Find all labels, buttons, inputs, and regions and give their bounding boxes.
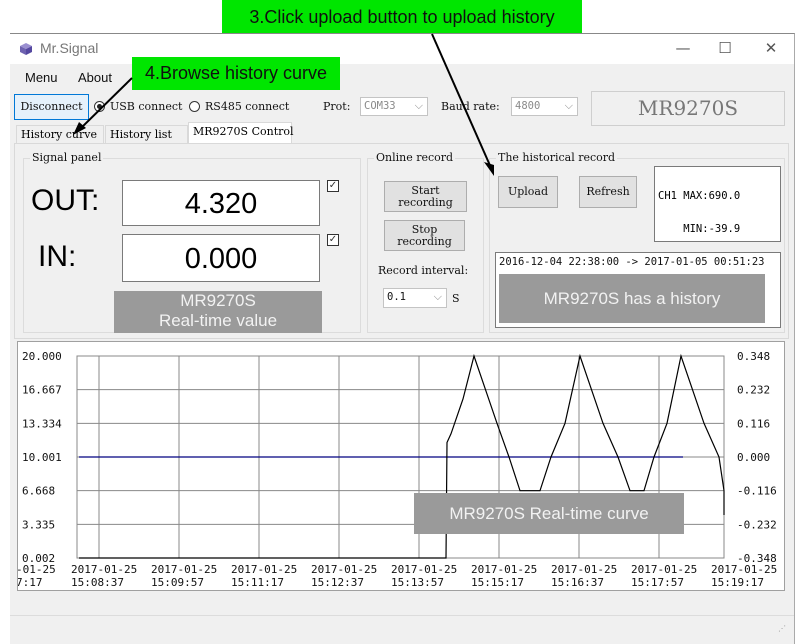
arrow-to-upload-icon — [431, 33, 494, 176]
annotation-arrows — [73, 33, 494, 176]
resize-grip-icon[interactable]: ⋰ — [778, 625, 788, 636]
arrow-to-history-curve-icon — [73, 77, 133, 135]
status-bar — [10, 615, 794, 616]
